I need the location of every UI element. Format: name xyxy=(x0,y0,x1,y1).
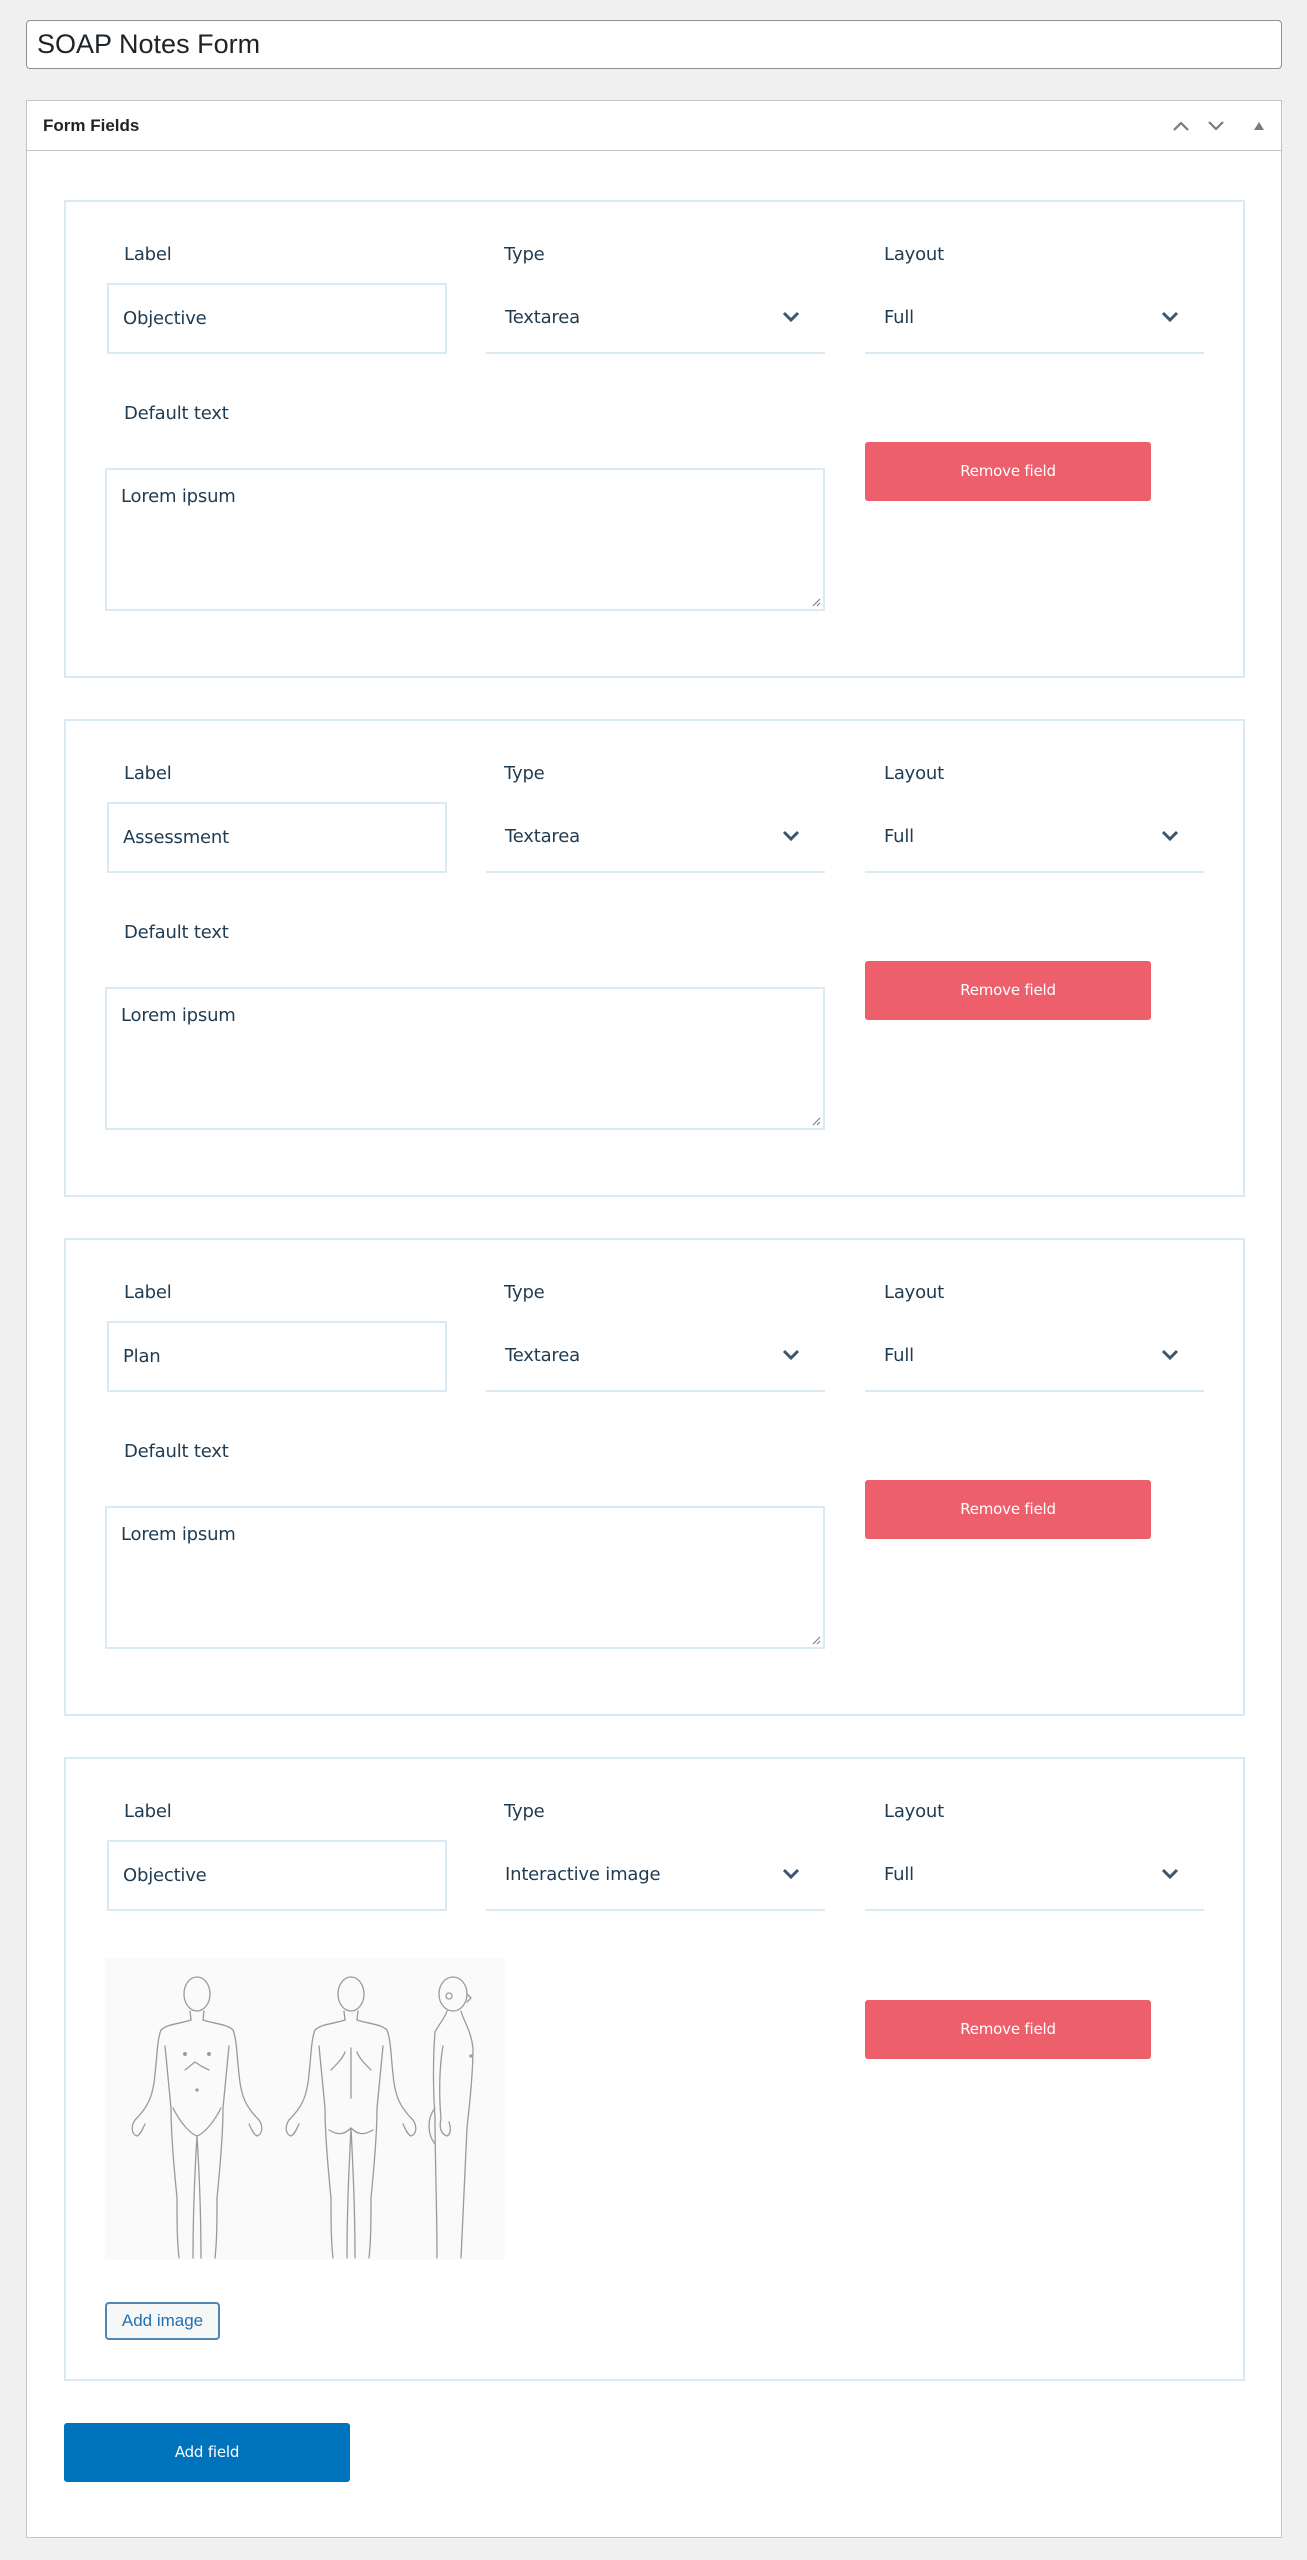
triangle-up-icon xyxy=(1254,122,1264,130)
body-figure-front xyxy=(131,1976,263,2259)
resize-grip-icon[interactable] xyxy=(811,597,821,607)
chevron-down-icon xyxy=(1161,1868,1179,1880)
panel-header: Form Fields xyxy=(27,101,1281,151)
form-title-input[interactable] xyxy=(26,20,1282,69)
add-image-button[interactable]: Add image xyxy=(105,2302,220,2340)
label-heading: Label xyxy=(124,1282,172,1303)
layout-heading: Layout xyxy=(884,763,944,784)
field-card: Label Type Layout Plan Textarea Full Def… xyxy=(64,1238,1245,1716)
type-select-value: Interactive image xyxy=(505,1864,661,1885)
type-select[interactable]: Textarea xyxy=(486,802,825,873)
remove-field-button[interactable]: Remove field xyxy=(865,1480,1151,1539)
layout-select[interactable]: Full xyxy=(865,1321,1204,1392)
form-fields-panel: Form Fields Label Type Layout Objective … xyxy=(26,100,1282,2538)
type-select[interactable]: Textarea xyxy=(486,283,825,354)
type-heading: Type xyxy=(504,1801,545,1822)
label-input[interactable]: Plan xyxy=(107,1321,447,1392)
chevron-down-icon xyxy=(1161,830,1179,842)
default-text-heading: Default text xyxy=(124,1441,229,1462)
label-input[interactable]: Objective xyxy=(107,283,447,354)
layout-select-value: Full xyxy=(884,307,914,328)
type-select-value: Textarea xyxy=(505,826,580,847)
default-text-value: Lorem ipsum xyxy=(121,1524,236,1545)
resize-grip-icon[interactable] xyxy=(811,1116,821,1126)
type-heading: Type xyxy=(504,763,545,784)
move-down-button[interactable] xyxy=(1203,113,1229,139)
panel-title: Form Fields xyxy=(43,116,140,135)
label-heading: Label xyxy=(124,763,172,784)
layout-select[interactable]: Full xyxy=(865,283,1204,354)
label-heading: Label xyxy=(124,1801,172,1822)
field-card: Label Type Layout Assessment Textarea Fu… xyxy=(64,719,1245,1197)
remove-field-button[interactable]: Remove field xyxy=(865,961,1151,1020)
layout-select-value: Full xyxy=(884,826,914,847)
add-field-button[interactable]: Add field xyxy=(64,2423,350,2482)
layout-heading: Layout xyxy=(884,244,944,265)
field-card: Label Type Layout Objective Textarea Ful… xyxy=(64,200,1245,678)
layout-select-value: Full xyxy=(884,1345,914,1366)
default-text-textarea[interactable]: Lorem ipsum xyxy=(105,468,825,611)
type-heading: Type xyxy=(504,244,545,265)
remove-field-button[interactable]: Remove field xyxy=(865,2000,1151,2059)
layout-select-value: Full xyxy=(884,1864,914,1885)
default-text-heading: Default text xyxy=(124,403,229,424)
body-figure-back xyxy=(285,1976,417,2259)
chevron-down-icon xyxy=(1161,1349,1179,1361)
layout-heading: Layout xyxy=(884,1801,944,1822)
label-input[interactable]: Objective xyxy=(107,1840,447,1911)
label-heading: Label xyxy=(124,244,172,265)
chevron-down-icon xyxy=(1161,311,1179,323)
toggle-panel-button[interactable] xyxy=(1246,113,1272,139)
layout-select[interactable]: Full xyxy=(865,802,1204,873)
type-select[interactable]: Interactive image xyxy=(486,1840,825,1911)
layout-heading: Layout xyxy=(884,1282,944,1303)
label-input[interactable]: Assessment xyxy=(107,802,447,873)
default-text-textarea[interactable]: Lorem ipsum xyxy=(105,987,825,1130)
resize-grip-icon[interactable] xyxy=(811,1635,821,1645)
chevron-down-icon xyxy=(782,1868,800,1880)
chevron-down-icon xyxy=(1208,121,1224,131)
default-text-textarea[interactable]: Lorem ipsum xyxy=(105,1506,825,1649)
type-select-value: Textarea xyxy=(505,1345,580,1366)
remove-field-button[interactable]: Remove field xyxy=(865,442,1151,501)
chevron-down-icon xyxy=(782,830,800,842)
body-figure-side xyxy=(428,1976,474,2259)
default-text-value: Lorem ipsum xyxy=(121,486,236,507)
type-select[interactable]: Textarea xyxy=(486,1321,825,1392)
chevron-up-icon xyxy=(1173,121,1189,131)
default-text-value: Lorem ipsum xyxy=(121,1005,236,1026)
layout-select[interactable]: Full xyxy=(865,1840,1204,1911)
body-chart-image[interactable] xyxy=(105,1958,505,2260)
type-select-value: Textarea xyxy=(505,307,580,328)
chevron-down-icon xyxy=(782,1349,800,1361)
field-card: Label Type Layout Objective Interactive … xyxy=(64,1757,1245,2381)
default-text-heading: Default text xyxy=(124,922,229,943)
move-up-button[interactable] xyxy=(1168,113,1194,139)
type-heading: Type xyxy=(504,1282,545,1303)
chevron-down-icon xyxy=(782,311,800,323)
